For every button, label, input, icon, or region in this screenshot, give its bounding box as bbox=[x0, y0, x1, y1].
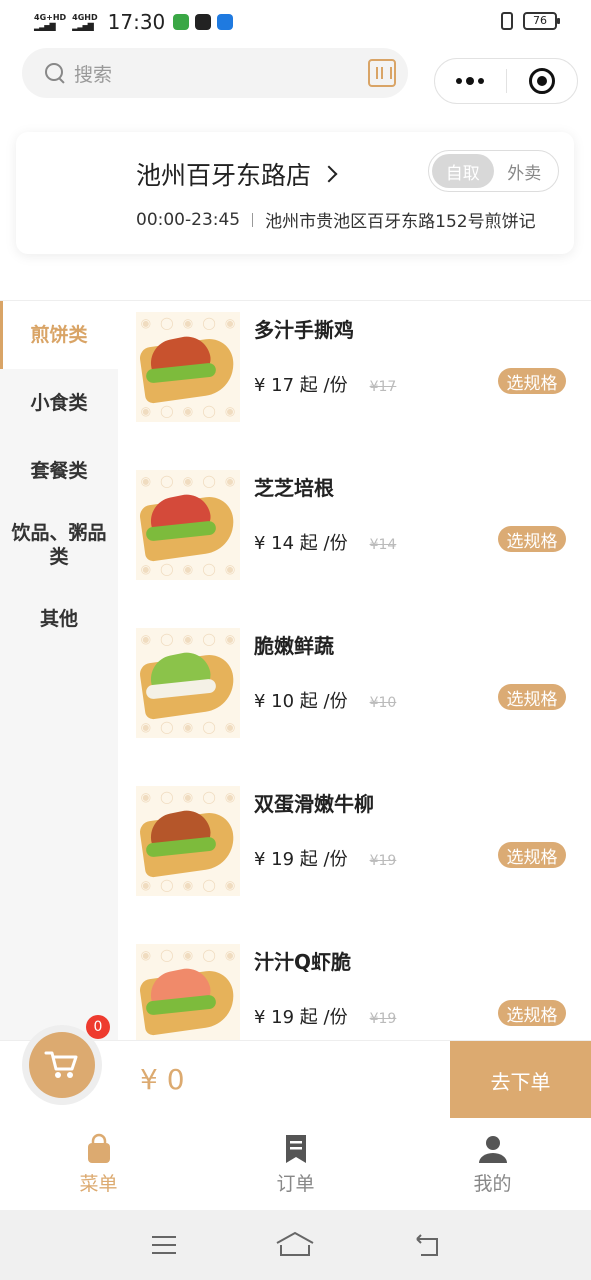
network-label-1: 4G+HD bbox=[34, 13, 67, 22]
product-name: 汁汁Q虾脆 bbox=[254, 950, 352, 974]
category-item[interactable]: 小食类 bbox=[0, 369, 118, 437]
signal-icon: 4G+HD ▂▃▅▇ bbox=[34, 13, 67, 31]
more-button[interactable] bbox=[435, 59, 506, 103]
signal-icon: 4GHD ▂▃▅▇ bbox=[72, 13, 98, 31]
miniprogram-capsule bbox=[434, 58, 578, 104]
search-placeholder: 搜索 bbox=[74, 63, 113, 86]
product-name: 多汁手撕鸡 bbox=[254, 318, 354, 342]
product-name: 双蛋滑嫩牛柳 bbox=[254, 792, 374, 816]
product-item[interactable]: ◉ ◯ ◉ ◯ ◉ ◉ ◯ ◉ ◯ ◉ 多汁手撕鸡 ¥ 17 起 /份 ¥17 选规格 bbox=[136, 302, 576, 422]
product-item[interactable]: ◉ ◯ ◉ ◯ ◉ ◉ ◯ ◉ ◯ ◉ 双蛋滑嫩牛柳 ¥ 19 起 /份 ¥19 选规格 bbox=[136, 776, 576, 896]
separator bbox=[252, 212, 254, 227]
category-item[interactable]: 煎饼类 bbox=[0, 301, 118, 369]
order-mode-toggle[interactable]: 自取 外卖 bbox=[428, 150, 559, 192]
product-original-price: ¥14 bbox=[369, 537, 397, 553]
category-item[interactable]: 套餐类 bbox=[0, 437, 118, 505]
category-item[interactable]: 其他 bbox=[0, 585, 118, 653]
mode-delivery[interactable]: 外卖 bbox=[494, 154, 556, 188]
orders-icon bbox=[285, 1134, 306, 1163]
category-item[interactable]: 饮品、粥品类 bbox=[0, 505, 118, 585]
cart-total: ¥ 0 bbox=[140, 1063, 185, 1096]
search-icon bbox=[44, 62, 66, 84]
network-label-2: 4GHD bbox=[72, 13, 98, 22]
user-icon bbox=[478, 1135, 507, 1163]
product-price: ¥ 10 起 /份 bbox=[254, 691, 348, 712]
wechat-icon bbox=[173, 14, 190, 30]
store-name: 池州百牙东路店 bbox=[136, 161, 312, 190]
product-image: ◉ ◯ ◉ ◯ ◉ ◉ ◯ ◉ ◯ ◉ bbox=[136, 786, 240, 896]
status-bar: 4G+HD ▂▃▅▇ 4GHD ▂▃▅▇ 17:30 76 bbox=[0, 0, 591, 44]
target-icon bbox=[528, 68, 555, 94]
product-price-row: ¥ 19 起 /份 ¥19 bbox=[254, 1003, 396, 1029]
barcode-scan-icon[interactable] bbox=[368, 59, 396, 87]
mode-pickup[interactable]: 自取 bbox=[432, 154, 494, 188]
product-name: 芝芝培根 bbox=[254, 476, 334, 500]
product-name: 脆嫩鲜蔬 bbox=[254, 634, 334, 658]
store-card: 池州百牙东路店 00:00-23:45 池州市贵池区百牙东路152号煎饼记 自取… bbox=[16, 132, 574, 254]
menu-icon[interactable] bbox=[148, 1229, 180, 1261]
product-original-price: ¥19 bbox=[369, 853, 397, 869]
store-hours: 00:00-23:45 bbox=[136, 209, 241, 230]
product-item[interactable]: ◉ ◯ ◉ ◯ ◉ ◉ ◯ ◉ ◯ ◉ 芝芝培根 ¥ 14 起 /份 ¥14 选规格 bbox=[136, 460, 576, 580]
system-nav-bar bbox=[0, 1210, 591, 1280]
back-icon[interactable] bbox=[411, 1229, 443, 1261]
store-info: 00:00-23:45 池州市贵池区百牙东路152号煎饼记 bbox=[136, 207, 536, 233]
product-original-price: ¥17 bbox=[369, 379, 397, 395]
status-time: 17:30 bbox=[107, 10, 166, 34]
cart-button[interactable]: 0 bbox=[22, 1015, 110, 1105]
battery-level: 76 bbox=[533, 14, 547, 27]
tab-bar: 菜单 订单 我的 bbox=[0, 1118, 591, 1210]
select-spec-button[interactable]: 选规格 bbox=[498, 1000, 566, 1026]
home-icon[interactable] bbox=[275, 1229, 315, 1261]
product-image: ◉ ◯ ◉ ◯ ◉ ◉ ◯ ◉ ◯ ◉ bbox=[136, 470, 240, 580]
close-miniprogram-button[interactable] bbox=[507, 59, 578, 103]
tab-orders[interactable]: 订单 bbox=[197, 1118, 394, 1210]
product-price-row: ¥ 14 起 /份 ¥14 bbox=[254, 529, 396, 555]
tab-label: 订单 bbox=[276, 1172, 315, 1195]
bag-icon bbox=[87, 1133, 110, 1163]
tab-label: 菜单 bbox=[79, 1172, 118, 1195]
cart-bar: 0 ¥ 0 去下单 bbox=[0, 1015, 591, 1119]
tab-menu[interactable]: 菜单 bbox=[0, 1118, 197, 1210]
product-price-row: ¥ 17 起 /份 ¥17 bbox=[254, 371, 396, 397]
soul-app-icon bbox=[195, 14, 212, 30]
product-image: ◉ ◯ ◉ ◯ ◉ ◉ ◯ ◉ ◯ ◉ bbox=[136, 312, 240, 422]
dot-icon bbox=[478, 78, 485, 84]
cart-count-badge: 0 bbox=[86, 1015, 110, 1039]
dot-icon bbox=[456, 78, 463, 84]
product-original-price: ¥10 bbox=[369, 695, 397, 711]
chevron-right-icon bbox=[320, 165, 338, 183]
tab-mine[interactable]: 我的 bbox=[394, 1118, 591, 1210]
product-price: ¥ 14 起 /份 bbox=[254, 533, 348, 554]
product-price: ¥ 19 起 /份 bbox=[254, 849, 348, 870]
product-price-row: ¥ 19 起 /份 ¥19 bbox=[254, 845, 396, 871]
search-input[interactable]: 搜索 bbox=[22, 48, 408, 98]
battery-icon: 76 bbox=[523, 12, 560, 30]
select-spec-button[interactable]: 选规格 bbox=[498, 842, 566, 868]
product-image: ◉ ◯ ◉ ◯ ◉ ◉ ◯ ◉ ◯ ◉ bbox=[136, 628, 240, 738]
product-item[interactable]: ◉ ◯ ◉ ◯ ◉ 汁汁Q虾脆 ¥ 19 起 /份 ¥19 选规格 bbox=[136, 934, 576, 1054]
product-price: ¥ 19 起 /份 bbox=[254, 1007, 348, 1028]
category-sidebar: 煎饼类 小食类 套餐类 饮品、粥品类 其他 bbox=[0, 301, 118, 1041]
tab-label: 我的 bbox=[473, 1172, 512, 1195]
product-price: ¥ 17 起 /份 bbox=[254, 375, 348, 396]
store-selector[interactable]: 池州百牙东路店 bbox=[136, 156, 338, 192]
vibrate-icon bbox=[501, 12, 513, 30]
select-spec-button[interactable]: 选规格 bbox=[498, 368, 566, 394]
product-image: ◉ ◯ ◉ ◯ ◉ bbox=[136, 944, 240, 1054]
product-original-price: ¥19 bbox=[369, 1011, 397, 1027]
cart-icon bbox=[44, 1051, 78, 1078]
select-spec-button[interactable]: 选规格 bbox=[498, 684, 566, 710]
checkout-button[interactable]: 去下单 bbox=[450, 1041, 591, 1119]
zhihu-app-icon bbox=[217, 14, 234, 30]
dot-icon bbox=[466, 77, 475, 85]
store-address: 池州市贵池区百牙东路152号煎饼记 bbox=[265, 212, 536, 232]
product-price-row: ¥ 10 起 /份 ¥10 bbox=[254, 687, 396, 713]
product-item[interactable]: ◉ ◯ ◉ ◯ ◉ ◉ ◯ ◉ ◯ ◉ 脆嫩鲜蔬 ¥ 10 起 /份 ¥10 选规格 bbox=[136, 618, 576, 738]
select-spec-button[interactable]: 选规格 bbox=[498, 526, 566, 552]
